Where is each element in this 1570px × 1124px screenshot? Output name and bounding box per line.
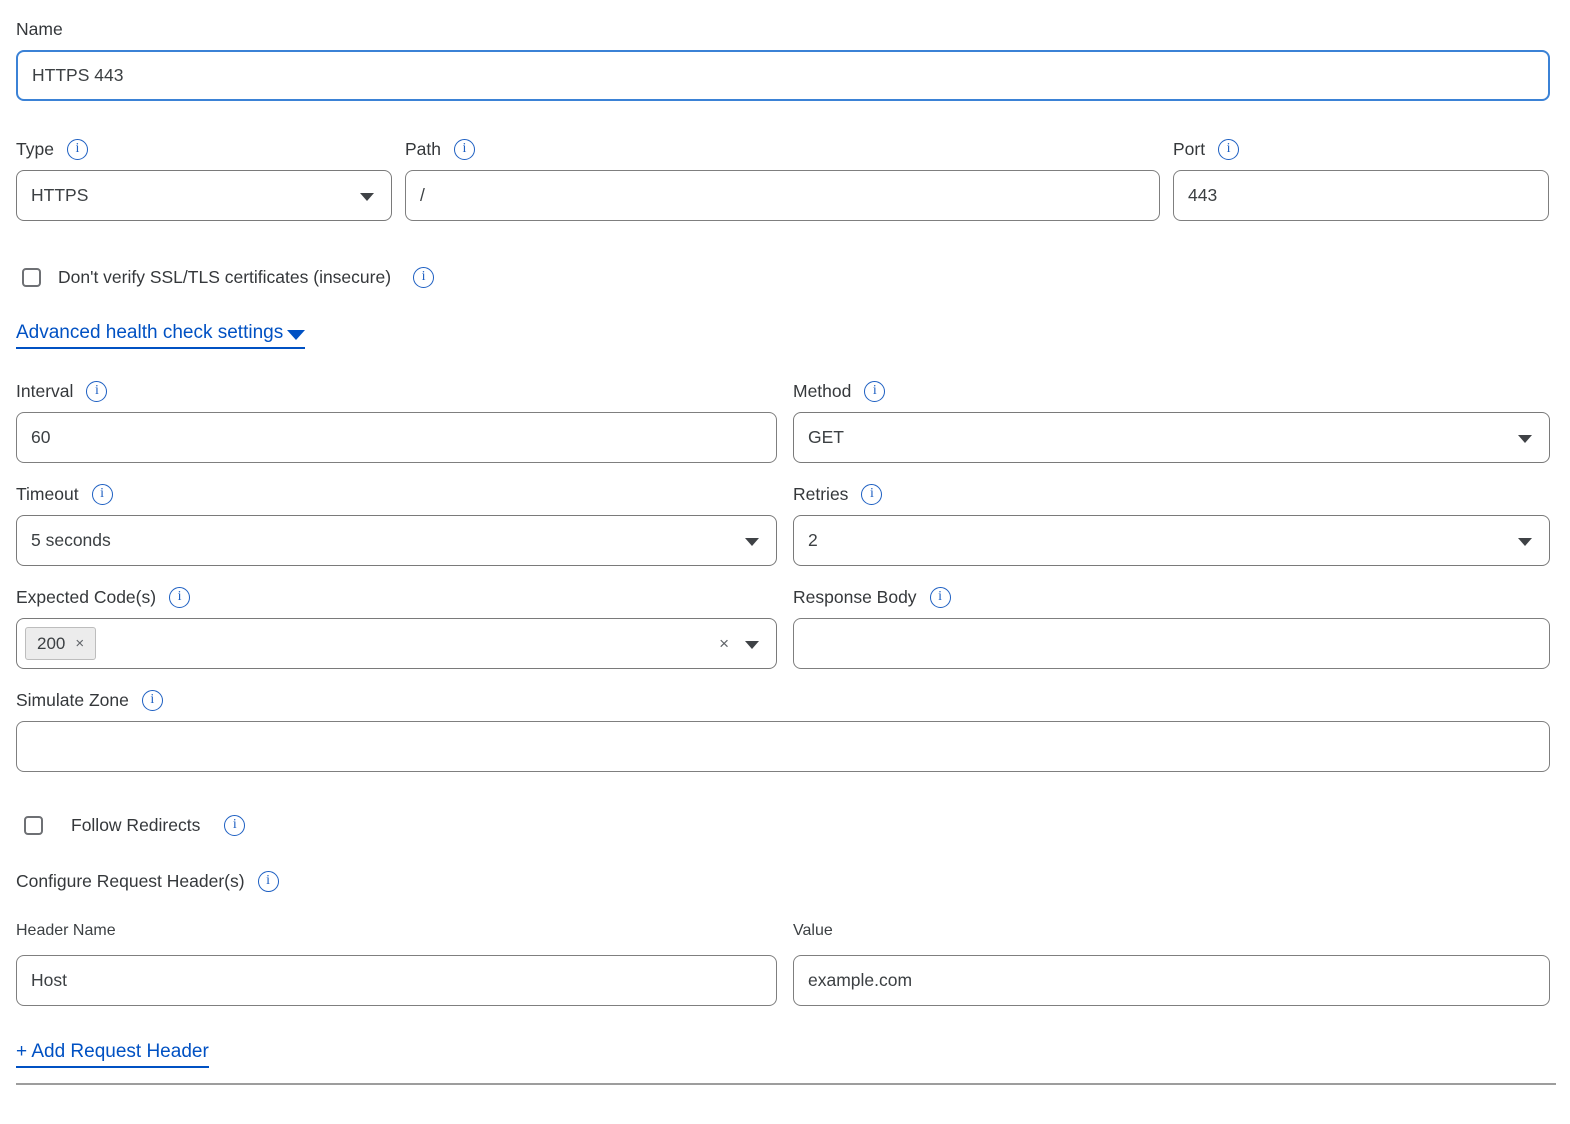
port-info-icon[interactable]: i: [1218, 139, 1239, 160]
chevron-down-icon[interactable]: [745, 641, 759, 649]
ssl-verify-label: Don't verify SSL/TLS certificates (insec…: [58, 267, 391, 288]
port-input[interactable]: [1173, 170, 1549, 221]
chevron-down-icon: [360, 193, 374, 201]
response-body-label: Response Body: [793, 585, 917, 609]
simulate-zone-input[interactable]: [16, 721, 1550, 772]
expected-codes-info-icon[interactable]: i: [169, 587, 190, 608]
type-select-value: HTTPS: [31, 185, 88, 206]
method-info-icon[interactable]: i: [864, 381, 885, 402]
section-divider: [16, 1083, 1556, 1085]
type-info-icon[interactable]: i: [67, 139, 88, 160]
timeout-select-value: 5 seconds: [31, 530, 111, 551]
timeout-label: Timeout: [16, 482, 79, 506]
clear-icon[interactable]: ×: [719, 635, 729, 652]
type-label: Type: [16, 137, 54, 161]
name-input[interactable]: [16, 50, 1550, 101]
header-value-input[interactable]: [793, 955, 1550, 1006]
ssl-verify-info-icon[interactable]: i: [413, 267, 434, 288]
retries-select[interactable]: 2: [793, 515, 1550, 566]
header-value-column-label: Value: [793, 920, 1550, 942]
expected-codes-label: Expected Code(s): [16, 585, 156, 609]
expected-code-tag-value: 200: [37, 634, 65, 654]
add-request-header-link[interactable]: + Add Request Header: [16, 1041, 209, 1068]
expected-codes-multiselect[interactable]: 200 × ×: [16, 618, 777, 669]
timeout-info-icon[interactable]: i: [92, 484, 113, 505]
request-headers-label: Configure Request Header(s): [16, 869, 245, 893]
path-input[interactable]: [405, 170, 1160, 221]
method-select-value: GET: [808, 427, 844, 448]
expected-code-tag: 200 ×: [25, 627, 96, 660]
advanced-settings-link-label: Advanced health check settings: [16, 322, 283, 344]
interval-info-icon[interactable]: i: [86, 381, 107, 402]
chevron-down-icon: [287, 330, 305, 340]
chevron-down-icon: [1518, 435, 1532, 443]
retries-info-icon[interactable]: i: [861, 484, 882, 505]
simulate-zone-label: Simulate Zone: [16, 688, 129, 712]
health-check-form: Name Type i HTTPS Path i Port i: [16, 17, 1550, 1085]
request-header-row: Header Name Value: [16, 920, 1550, 1006]
ssl-verify-checkbox[interactable]: [22, 268, 41, 287]
retries-label: Retries: [793, 482, 848, 506]
response-body-info-icon[interactable]: i: [930, 587, 951, 608]
chevron-down-icon: [1518, 538, 1532, 546]
retries-select-value: 2: [808, 530, 818, 551]
advanced-settings-link[interactable]: Advanced health check settings: [16, 322, 305, 349]
chevron-down-icon: [745, 538, 759, 546]
method-label: Method: [793, 379, 851, 403]
response-body-input[interactable]: [793, 618, 1550, 669]
port-label: Port: [1173, 137, 1205, 161]
timeout-select[interactable]: 5 seconds: [16, 515, 777, 566]
method-select[interactable]: GET: [793, 412, 1550, 463]
follow-redirects-checkbox[interactable]: [24, 816, 43, 835]
follow-redirects-label: Follow Redirects: [71, 815, 200, 836]
header-name-column-label: Header Name: [16, 920, 777, 942]
follow-redirects-info-icon[interactable]: i: [224, 815, 245, 836]
interval-input[interactable]: [16, 412, 777, 463]
simulate-zone-info-icon[interactable]: i: [142, 690, 163, 711]
path-info-icon[interactable]: i: [454, 139, 475, 160]
type-select[interactable]: HTTPS: [16, 170, 392, 221]
tag-remove-icon[interactable]: ×: [75, 636, 84, 651]
name-label: Name: [16, 17, 1550, 41]
path-label: Path: [405, 137, 441, 161]
interval-label: Interval: [16, 379, 73, 403]
header-name-input[interactable]: [16, 955, 777, 1006]
request-headers-info-icon[interactable]: i: [258, 871, 279, 892]
